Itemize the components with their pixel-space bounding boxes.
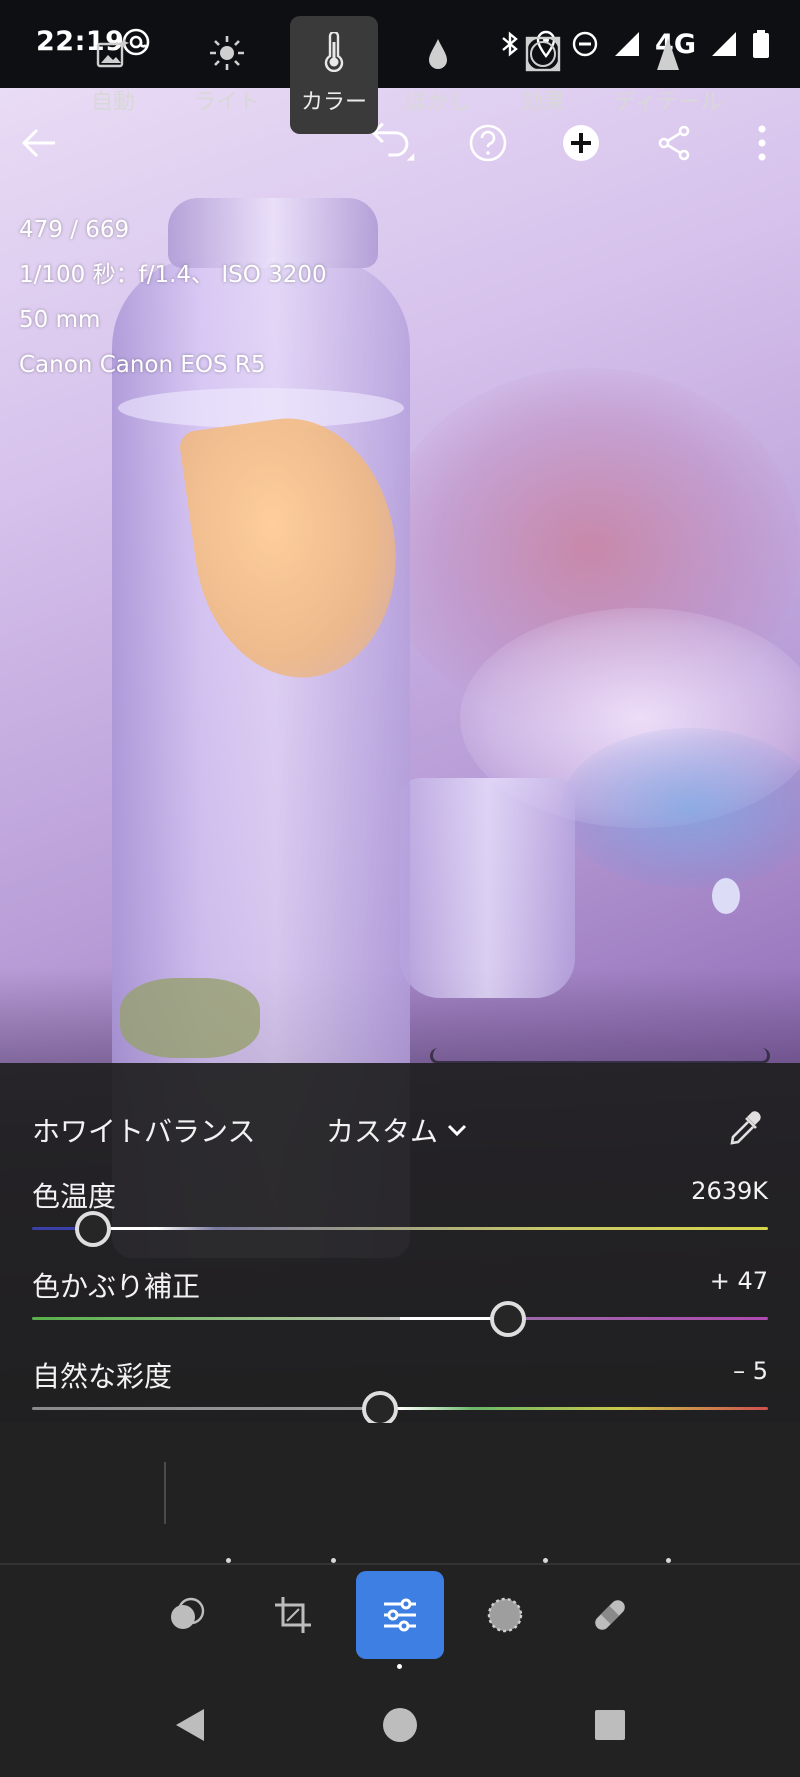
crop-button[interactable]	[249, 1571, 337, 1659]
temperature-slider[interactable]	[32, 1227, 768, 1230]
temperature-slider-knob[interactable]	[75, 1211, 112, 1247]
vibrance-slider-knob[interactable]	[362, 1391, 399, 1427]
tool-light-label: ライト	[193, 90, 260, 115]
camera-model: Canon Canon EOS R5	[19, 352, 266, 378]
tint-label: 色かぶり補正	[32, 1270, 201, 1303]
nav-back-icon[interactable]	[172, 1705, 208, 1745]
white-balance-label: ホワイトバランス	[32, 1115, 256, 1148]
tint-slider[interactable]	[32, 1317, 768, 1320]
tool-effects-label: 効果	[520, 90, 565, 115]
tint-value: + 47	[709, 1267, 768, 1295]
tool-color[interactable]: カラー	[290, 16, 378, 134]
exposure-info: 1/100 秒：f/1.4、 ISO 3200	[19, 262, 327, 288]
tool-auto-label: 自動	[90, 90, 135, 115]
temperature-label: 色温度	[32, 1180, 117, 1213]
photo-counter: 479 / 669	[19, 217, 130, 243]
system-nav-bar	[0, 1675, 800, 1777]
light-sun-icon	[208, 24, 246, 72]
vibrance-slider[interactable]	[32, 1407, 768, 1410]
divider	[164, 1462, 166, 1524]
white-balance-dropdown[interactable]: カスタム	[326, 1110, 468, 1150]
mint-leaf	[120, 978, 260, 1058]
presets-icon	[171, 1597, 205, 1629]
crop-icon	[275, 1597, 311, 1633]
tool-detail[interactable]: ディテール	[612, 16, 724, 134]
tool-blur[interactable]: ぼかし	[403, 16, 473, 134]
edit-sliders-icon	[384, 1598, 416, 1632]
white-balance-mode: カスタム	[326, 1115, 439, 1148]
eyedropper-icon[interactable]	[726, 1108, 766, 1148]
tool-tabs	[0, 1423, 800, 1563]
edit-button[interactable]	[356, 1571, 444, 1659]
masking-button[interactable]	[461, 1571, 549, 1659]
tool-auto[interactable]: 自動	[78, 16, 148, 134]
effects-vignette-icon	[525, 24, 561, 72]
focal-length: 50 mm	[19, 307, 101, 333]
vibrance-value: – 5	[733, 1357, 768, 1385]
more-vert-icon[interactable]	[737, 118, 787, 168]
tool-effects[interactable]: 効果	[508, 16, 578, 134]
back-arrow-icon[interactable]	[14, 118, 64, 168]
temperature-value: 2639K	[691, 1177, 768, 1205]
tint-slider-knob[interactable]	[490, 1301, 527, 1337]
nav-recents-icon[interactable]	[594, 1705, 626, 1745]
presets-button[interactable]	[143, 1571, 231, 1659]
chevron-down-icon	[447, 1124, 467, 1137]
healing-bandage-icon	[595, 1600, 625, 1630]
tool-blur-label: ぼかし	[404, 90, 471, 115]
mode-bar	[0, 1565, 800, 1675]
auto-enhance-icon	[95, 24, 131, 72]
vibrance-label: 自然な彩度	[32, 1360, 173, 1393]
nav-home-icon[interactable]	[382, 1705, 418, 1745]
glass	[400, 778, 575, 998]
tool-color-label: カラー	[300, 90, 367, 115]
blur-drop-icon	[425, 24, 451, 72]
healing-button[interactable]	[566, 1571, 654, 1659]
tool-detail-label: ディテール	[613, 90, 723, 115]
masking-icon	[487, 1597, 523, 1633]
detail-triangle-icon	[655, 24, 681, 72]
tool-light[interactable]: ライト	[188, 16, 266, 134]
photo-info-overlay: 479 / 669 1/100 秒：f/1.4、 ISO 3200 50 mm …	[19, 208, 327, 388]
battery-icon	[753, 30, 769, 58]
color-thermometer-icon	[321, 24, 347, 72]
